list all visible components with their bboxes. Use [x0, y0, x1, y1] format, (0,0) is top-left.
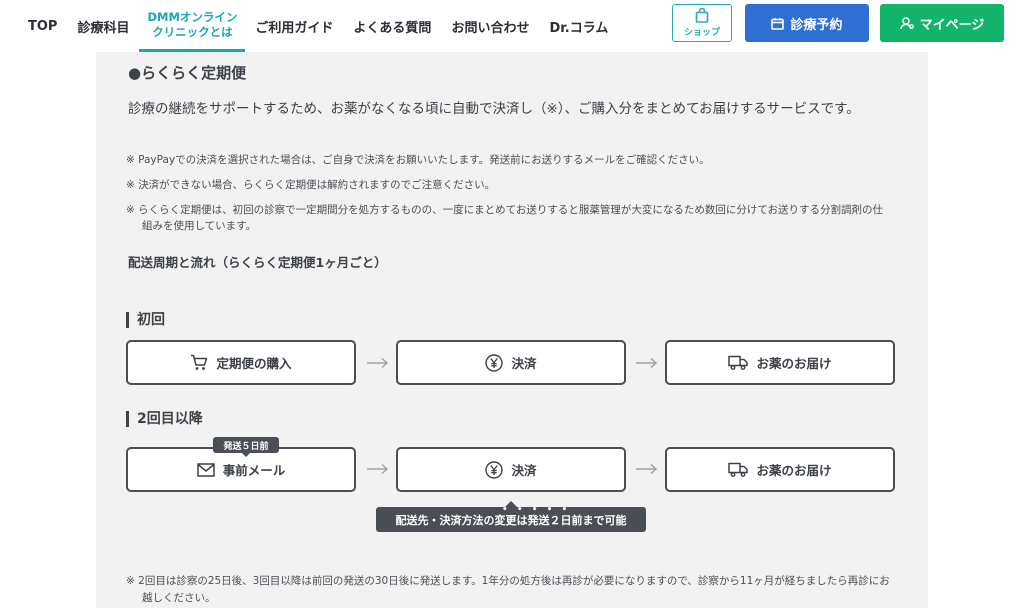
first-time-heading: 初回 [126, 312, 165, 328]
arrow-right-icon [636, 357, 658, 369]
emphasis-dots: • • • • • [502, 505, 571, 515]
reserve-button[interactable]: 診療予約 [745, 4, 869, 42]
nav-column[interactable]: Dr.コラム [539, 17, 618, 36]
step-second-delivery-label: お薬のお届け [756, 463, 832, 478]
calendar-icon [771, 17, 785, 30]
nav-about-line1: DMMオンライン [147, 9, 238, 24]
mypage-button[interactable]: マイページ [880, 4, 1004, 42]
step-second-delivery: お薬のお届け [665, 447, 895, 492]
change-deadline-tooltip: • • • • • 配送先・決済方法の変更は発送２日前まで可能 [376, 501, 646, 532]
footnote: ※ 2回目は診察の25日後、3回目以降は前回の発送の30日後に発送します。1年分… [126, 575, 890, 604]
step-first-payment: 決済 [396, 340, 626, 385]
nav-top[interactable]: TOP [0, 19, 67, 34]
step-second-email: 事前メール [126, 447, 356, 492]
shop-label: ショップ [683, 28, 720, 38]
note-paypay: ※ PayPayでの決済を選択された場合は、ご自身で決済をお願いいたします。発送… [126, 154, 710, 166]
step-first-purchase-label: 定期便の購入 [216, 356, 292, 371]
lead-text: 診療の継続をサポートするため、お薬がなくなる頃に自動で決済し（※）、ご購入分をま… [128, 101, 860, 117]
nav-faq[interactable]: よくある質問 [343, 17, 441, 36]
nav-guide[interactable]: ご利用ガイド [245, 17, 343, 36]
section-title: ●らくらく定期便 [128, 64, 247, 82]
yen-icon [485, 353, 504, 372]
step-second-payment-label: 決済 [511, 463, 537, 478]
mail-icon [196, 462, 215, 477]
five-days-before-badge: 発送５日前 [213, 437, 279, 457]
arrow-right-icon [367, 357, 389, 369]
arrow-right-icon [636, 463, 658, 475]
reserve-label: 診療予約 [790, 17, 843, 33]
note-payment-failure: ※ 決済ができない場合、らくらく定期便は解約されますのでご注意ください。 [126, 179, 496, 191]
nav-about-clinic[interactable]: DMMオンライン クリニックとは [139, 0, 246, 52]
step-first-purchase: 定期便の購入 [126, 340, 356, 385]
nav-about-line2: クリニックとは [152, 24, 233, 39]
step-second-email-label: 事前メール [222, 463, 286, 478]
site-header: TOP 診療科目 DMMオンライン クリニックとは ご利用ガイド よくある質問 … [0, 0, 1024, 52]
mypage-label: マイページ [919, 17, 985, 33]
content-panel: ●らくらく定期便 診療の継続をサポートするため、お薬がなくなる頃に自動で決済し（… [96, 52, 928, 608]
global-nav: TOP 診療科目 DMMオンライン クリニックとは ご利用ガイド よくある質問 … [0, 0, 618, 52]
note-split-dispensing: ※ らくらく定期便は、初回の診察で一定期間分を処方するものの、一度にまとめてお送… [126, 204, 884, 232]
shop-button[interactable]: ショップ [672, 4, 732, 42]
yen-icon [485, 460, 504, 479]
truck-icon [728, 462, 749, 477]
nav-contact[interactable]: お問い合わせ [441, 17, 539, 36]
step-first-delivery: お薬のお届け [665, 340, 895, 385]
second-time-heading: 2回目以降 [126, 411, 203, 427]
nav-departments[interactable]: 診療科目 [67, 17, 139, 36]
cart-icon [191, 354, 208, 370]
shopping-bag-icon [695, 8, 709, 23]
step-first-delivery-label: お薬のお届け [756, 356, 832, 371]
user-icon [899, 16, 914, 29]
flow-title: 配送周期と流れ（らくらく定期便1ヶ月ごと） [128, 255, 387, 270]
step-second-payment: 決済 [396, 447, 626, 492]
arrow-right-icon [367, 463, 389, 475]
truck-icon [728, 355, 749, 370]
step-first-payment-label: 決済 [511, 356, 537, 371]
